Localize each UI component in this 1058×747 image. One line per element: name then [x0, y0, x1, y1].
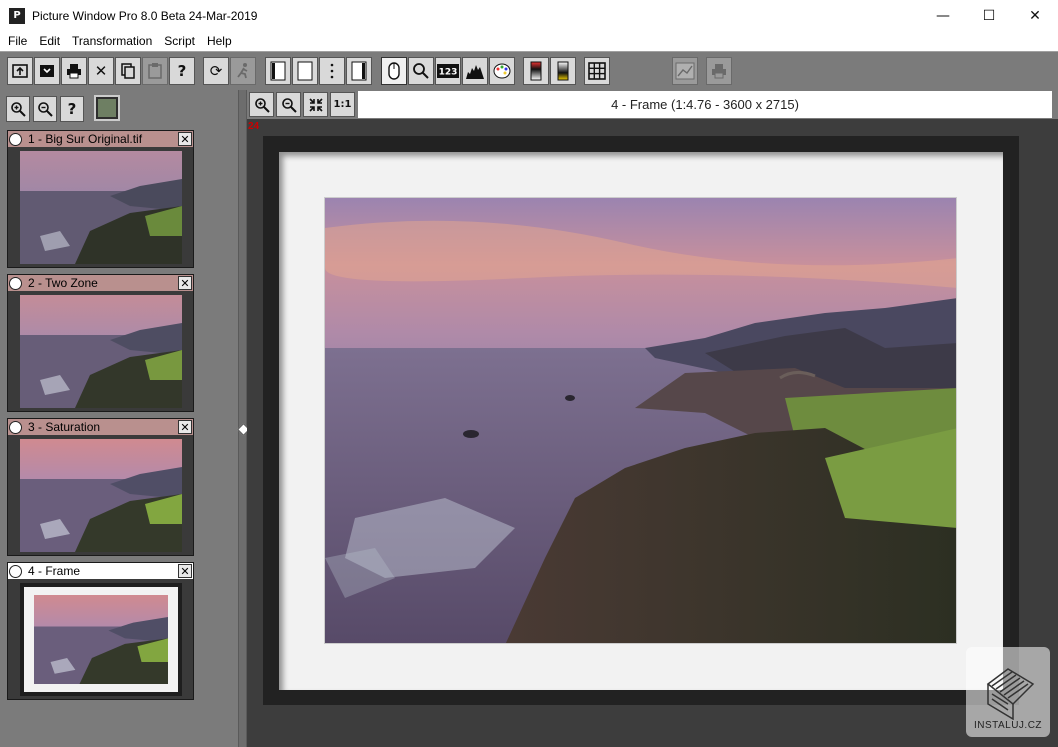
menu-transformation[interactable]: Transformation: [66, 31, 158, 51]
image-title-bar: 4 - Frame (1:4.76 - 3600 x 2715): [358, 91, 1052, 118]
close-image-icon[interactable]: ✕: [88, 57, 114, 85]
thumbnail-card-1[interactable]: 1 - Big Sur Original.tif ✕: [7, 130, 194, 268]
menu-help[interactable]: Help: [201, 31, 238, 51]
main-toolbar: ✕ ? ⟳ 123: [0, 51, 1058, 90]
grid-icon[interactable]: [584, 57, 610, 85]
run-icon[interactable]: [230, 57, 256, 85]
thumbnail-select-radio[interactable]: [9, 564, 22, 578]
print-preview-icon[interactable]: [706, 57, 732, 85]
thumbnail-image: [20, 583, 182, 696]
magnifier-icon[interactable]: [408, 57, 434, 85]
thumbnail-card-2[interactable]: 2 - Two Zone ✕: [7, 274, 194, 412]
yellow-gradient-icon[interactable]: [550, 57, 576, 85]
histogram-icon[interactable]: [462, 57, 488, 85]
print-icon[interactable]: [61, 57, 87, 85]
thumbnail-image: [20, 151, 182, 264]
main-image[interactable]: [324, 197, 957, 644]
thumbnail-image: [20, 439, 182, 552]
instaluj-watermark: INSTALUJ.CZ: [966, 647, 1050, 737]
actual-size-button[interactable]: 1:1: [330, 92, 355, 117]
thumbnail-header-4: 4 - Frame ✕: [8, 563, 193, 579]
thumbnail-close-icon[interactable]: ✕: [178, 420, 192, 434]
minimize-button[interactable]: —: [920, 0, 966, 31]
fit-to-window-icon[interactable]: [303, 92, 328, 117]
menu-file[interactable]: File: [2, 31, 33, 51]
menu-edit[interactable]: Edit: [33, 31, 66, 51]
zoom-in-icon[interactable]: [6, 96, 30, 122]
thumbnail-title: 4 - Frame: [28, 564, 81, 578]
zoom-out-icon[interactable]: [33, 96, 57, 122]
thumbnail-select-radio[interactable]: [9, 132, 22, 146]
menu-script[interactable]: Script: [158, 31, 201, 51]
svg-text:123: 123: [439, 68, 458, 78]
thumbnail-title: 2 - Two Zone: [28, 276, 98, 290]
thumbnail-close-icon[interactable]: ✕: [178, 276, 192, 290]
thumbnail-header-2: 2 - Two Zone ✕: [8, 275, 193, 291]
zoom-marker: 24: [248, 121, 260, 132]
thumbnail-panel: ? 1 - Big Sur Original.tif ✕ 2 - Two Zon…: [0, 90, 238, 747]
app-icon: P: [9, 7, 25, 24]
thumbnail-header-1: 1 - Big Sur Original.tif ✕: [8, 131, 193, 147]
save-file-icon[interactable]: [34, 57, 60, 85]
numeric-readout-icon[interactable]: 123: [435, 57, 461, 85]
thumbnail-close-icon[interactable]: ✕: [178, 132, 192, 146]
panel-dots-icon[interactable]: [319, 57, 345, 85]
maximize-button[interactable]: ☐: [966, 0, 1012, 31]
chart-icon[interactable]: [672, 57, 698, 85]
thumbnail-title: 3 - Saturation: [28, 420, 101, 434]
copy-icon[interactable]: [115, 57, 141, 85]
color-swatch-icon[interactable]: [94, 95, 120, 121]
panel-splitter[interactable]: [237, 90, 250, 747]
thumbnail-select-radio[interactable]: [9, 420, 22, 434]
thumbnail-card-4[interactable]: 4 - Frame ✕: [7, 562, 194, 700]
swatch-fill: [98, 99, 116, 117]
panel-full-icon[interactable]: [292, 57, 318, 85]
thumbnail-select-radio[interactable]: [9, 276, 22, 290]
close-button[interactable]: ✕: [1012, 0, 1058, 31]
palette-icon[interactable]: [489, 57, 515, 85]
window-title: Picture Window Pro 8.0 Beta 24-Mar-2019: [32, 8, 258, 23]
panel-right-icon[interactable]: [346, 57, 372, 85]
mouse-icon[interactable]: [381, 57, 407, 85]
thumbnail-title: 1 - Big Sur Original.tif: [28, 132, 143, 146]
thumbnail-header-3: 3 - Saturation ✕: [8, 419, 193, 435]
view-zoom-in-icon[interactable]: [249, 92, 274, 117]
window-controls: — ☐ ✕: [920, 0, 1058, 31]
watermark-text: INSTALUJ.CZ: [973, 720, 1043, 731]
thumbnail-close-icon[interactable]: ✕: [178, 564, 192, 578]
title-bar: P Picture Window Pro 8.0 Beta 24-Mar-201…: [0, 0, 1058, 31]
menu-bar: File Edit Transformation Script Help: [0, 31, 1058, 51]
thumbnail-card-3[interactable]: 3 - Saturation ✕: [7, 418, 194, 556]
panel-left-icon[interactable]: [265, 57, 291, 85]
thumbnail-image: [20, 295, 182, 408]
help-icon[interactable]: ?: [169, 57, 195, 85]
thumb-help-icon[interactable]: ?: [60, 96, 84, 122]
paste-icon[interactable]: [142, 57, 168, 85]
instaluj-logo-icon: [986, 668, 1035, 720]
refresh-icon[interactable]: ⟳: [203, 57, 229, 85]
view-zoom-out-icon[interactable]: [276, 92, 301, 117]
open-file-icon[interactable]: [7, 57, 33, 85]
black-white-gradient-icon[interactable]: [523, 57, 549, 85]
